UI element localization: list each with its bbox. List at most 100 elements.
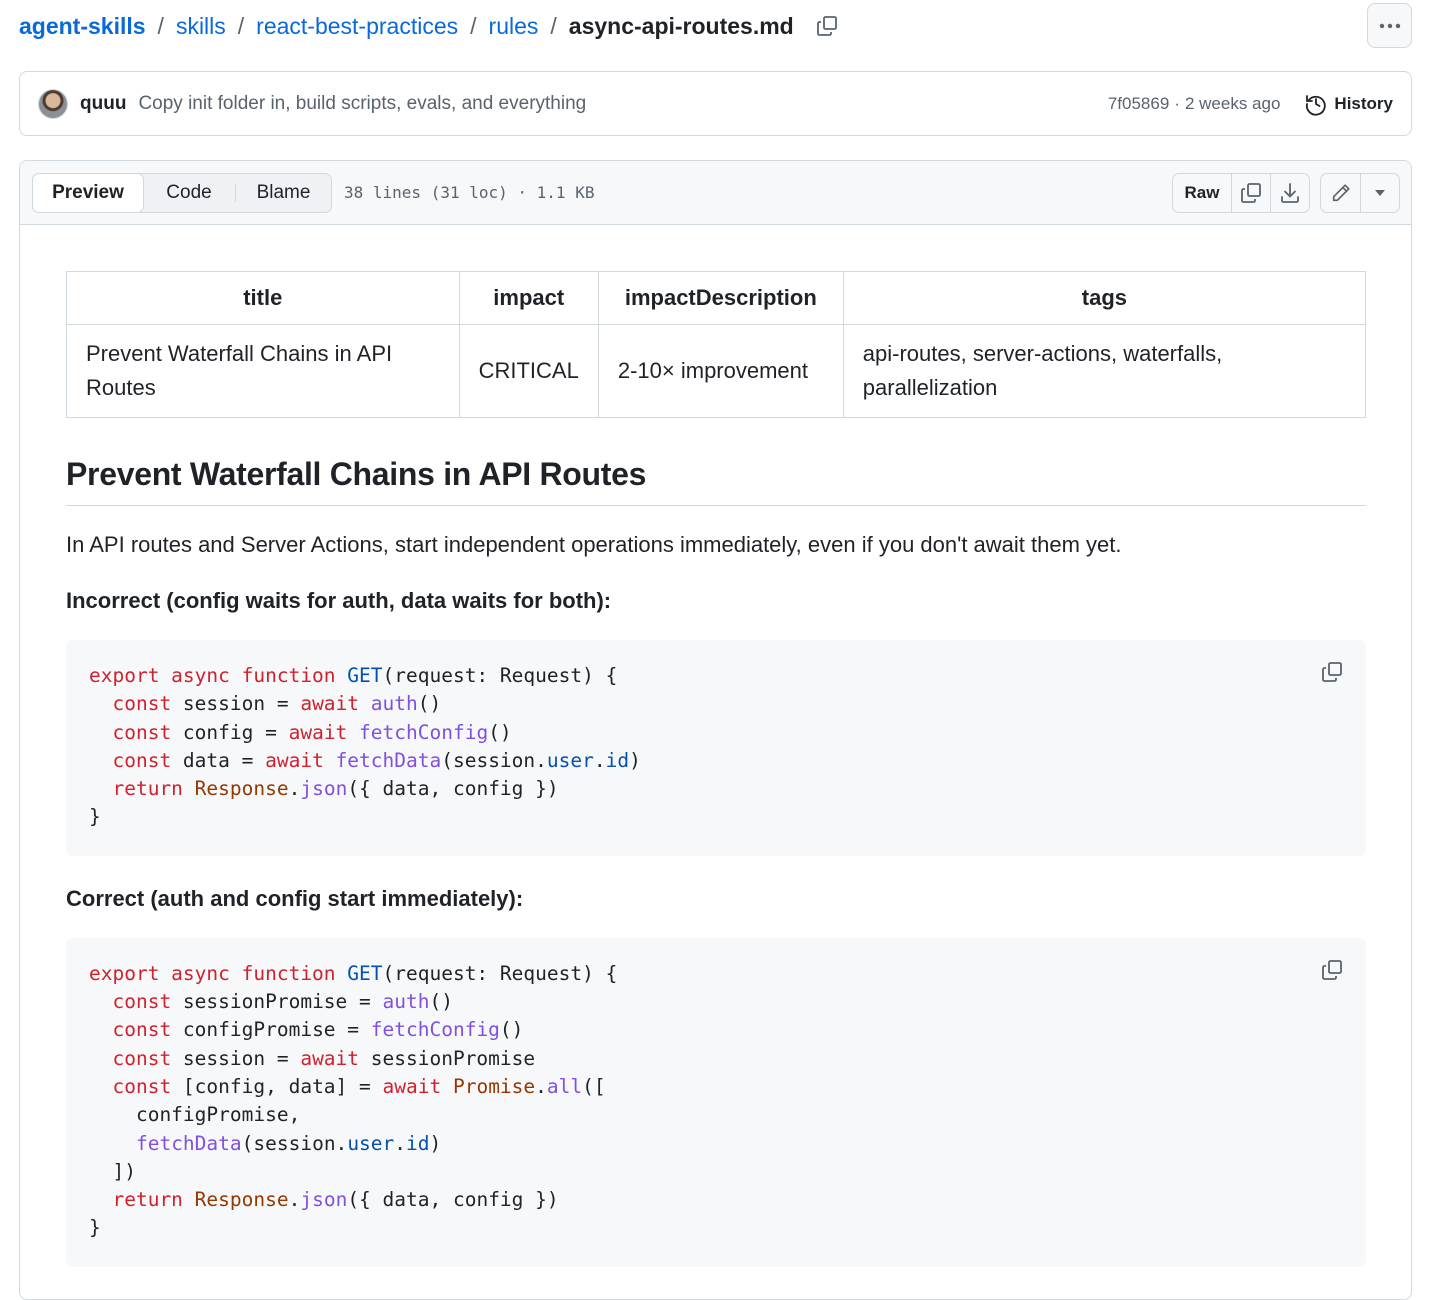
code-token: ) [629,748,641,772]
download-icon [1281,183,1299,203]
table-header-row: title impact impactDescription tags [66,271,1367,325]
code-token: ([ [582,1074,606,1098]
breadcrumb-link-skills[interactable]: skills [176,13,226,40]
code-token: . [288,777,301,801]
raw-button[interactable]: Raw [1173,174,1231,212]
code-token: sessionPromise = [171,990,383,1014]
code-token: () [417,692,442,716]
breadcrumb-link-rules[interactable]: rules [489,13,539,40]
breadcrumb-separator: / [237,12,245,39]
table-header-cell: impactDescription [597,271,844,325]
tab-blame[interactable]: Blame [236,174,331,212]
page-title: Prevent Waterfall Chains in API Routes [66,456,1366,506]
pencil-icon [1332,184,1350,202]
code-token: const [112,748,172,772]
copy-icon [1322,662,1342,682]
code-token: Promise [452,1074,536,1098]
code-content: export async function GET(request: Reque… [89,662,1343,832]
more-options-button[interactable] [1367,3,1412,48]
breadcrumb-link-repo[interactable]: agent-skills [19,13,146,40]
code-token: return [112,1188,195,1212]
tab-preview[interactable]: Preview [32,172,144,213]
code-token: fetchConfig [359,720,489,744]
breadcrumb-separator: / [550,12,557,39]
table-header-cell: title [66,271,460,325]
code-token: fetchConfig [370,1018,500,1042]
code-token: } [89,1216,101,1240]
table-header-cell: impact [458,271,599,325]
view-mode-segmented-control: Preview Code Blame [32,172,332,213]
commit-message[interactable]: Copy init folder in, build scripts, eval… [138,93,586,115]
tab-code[interactable]: Code [143,174,235,212]
code-token: export async function [89,961,348,985]
raw-actions-group: Raw [1172,173,1310,213]
avatar[interactable] [38,88,68,119]
edit-actions-group [1320,173,1400,213]
history-button[interactable]: History [1304,92,1393,116]
table-cell: 2-10× improvement [597,324,844,418]
code-token: const [112,692,172,716]
breadcrumb-link-react-best-practices[interactable]: react-best-practices [256,13,458,40]
code-token: config = [171,720,289,744]
correct-label: Correct (auth and config start immediate… [66,885,524,911]
code-token: GET [347,664,383,687]
code-token: auth [370,692,418,716]
table-header-cell: tags [842,271,1367,325]
history-label: History [1334,93,1393,113]
code-token: user [546,748,594,772]
code-token: . [288,1188,301,1212]
copy-code-button[interactable] [1318,658,1346,686]
code-block-incorrect: export async function GET(request: Reque… [66,640,1366,856]
file-actions: Raw [1172,173,1400,213]
code-token: fetchData [135,1131,242,1155]
code-token: ({ data, config }) [347,1188,559,1212]
download-raw-button[interactable] [1270,174,1309,212]
commit-author[interactable]: quuu [80,93,126,115]
code-token: GET [347,961,383,985]
breadcrumb: agent-skills / skills / react-best-pract… [19,8,840,44]
code-token: export async function [89,664,348,687]
code-token: (request: Request) { [382,961,618,985]
edit-menu-button[interactable] [1360,174,1399,212]
commit-meta: 7f05869 · 2 weeks ago [1108,94,1281,114]
commit-hash[interactable]: 7f05869 [1108,94,1169,114]
code-token: all [546,1074,583,1098]
code-token: await [300,692,371,716]
breadcrumb-current-file: async-api-routes.md [568,12,794,39]
code-token: . [593,748,606,772]
triangle-down-icon [1375,190,1385,196]
code-token: session = [171,1046,301,1070]
file-stats: 38 lines (31 loc) · 1.1 KB [344,183,595,202]
copy-code-button[interactable] [1318,956,1346,984]
commit-meta-separator: · [1174,93,1180,113]
code-token: sessionPromise [359,1046,536,1070]
code-token: . [535,1074,547,1098]
code-token: Response [194,1188,289,1212]
breadcrumb-separator: / [470,12,477,39]
copy-icon [816,16,837,36]
edit-file-button[interactable] [1321,174,1360,212]
code-token: configPromise, [89,1103,301,1127]
frontmatter-table: title impact impactDescription tags Prev… [66,271,1367,418]
copy-path-button[interactable] [814,13,840,39]
code-token: json [300,1188,348,1212]
history-icon [1306,94,1327,116]
code-token: await [265,748,336,772]
code-token: } [89,805,101,829]
code-token: ({ data, config }) [347,777,559,801]
table-cell: api-routes, server-actions, waterfalls, … [842,324,1367,418]
code-token: fetchData [335,748,442,772]
code-token: await [288,720,360,744]
code-token: const [112,1074,172,1098]
code-token: () [499,1018,524,1042]
markdown-body: title impact impactDescription tags Prev… [20,225,1411,1267]
code-token: (request: Request) { [382,664,618,687]
code-token: return [112,777,195,801]
copy-raw-button[interactable] [1231,174,1270,212]
code-token: (session. [441,748,547,772]
